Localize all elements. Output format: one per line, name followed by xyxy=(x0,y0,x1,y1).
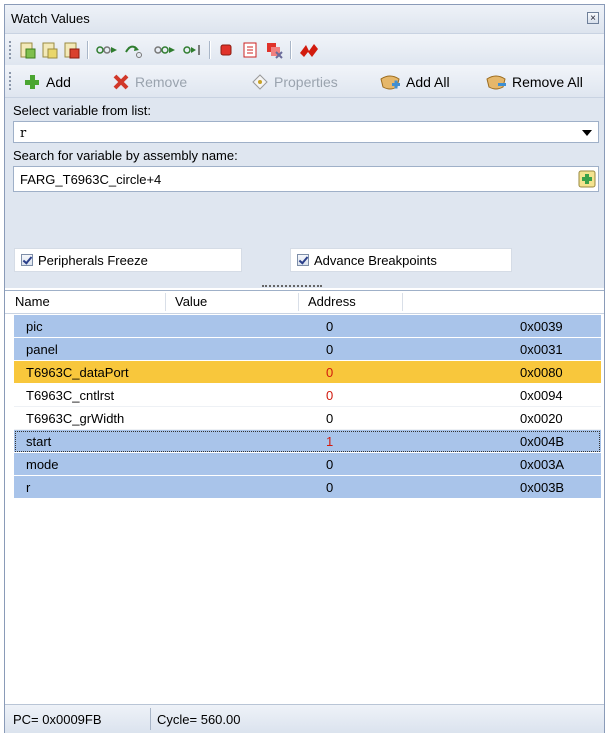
row-value: 0 xyxy=(326,319,334,334)
row-address: 0x0031 xyxy=(520,342,563,357)
add-all-icon xyxy=(380,75,400,90)
toolbar-separator xyxy=(290,41,291,59)
title-bar: Watch Values × xyxy=(5,5,604,34)
table-row[interactable]: T6963C_grWidth 0 0x0020 xyxy=(14,407,601,430)
table-row[interactable]: start 1 0x004B xyxy=(14,430,601,453)
select-variable-label: Select variable from list: xyxy=(13,103,151,118)
remove-button[interactable]: Remove xyxy=(112,72,187,92)
row-value: 0 xyxy=(326,342,334,357)
add-label: Add xyxy=(46,74,71,90)
column-header-address[interactable]: Address xyxy=(308,294,356,309)
advance-breakpoints-label: Advance Breakpoints xyxy=(314,252,437,268)
plus-icon xyxy=(25,75,39,89)
row-address: 0x003A xyxy=(520,457,565,472)
search-input[interactable]: FARG_T6963C_circle+4 xyxy=(13,166,599,192)
properties-label: Properties xyxy=(274,74,338,90)
step-into-icon[interactable] xyxy=(123,41,145,59)
search-input-value: FARG_T6963C_circle+4 xyxy=(20,172,162,187)
watch-add-icon[interactable] xyxy=(19,41,37,59)
run-to-icon[interactable] xyxy=(153,41,177,59)
row-address: 0x0080 xyxy=(520,365,563,380)
jump-icon[interactable] xyxy=(298,41,320,59)
close-icon[interactable]: × xyxy=(587,12,599,24)
remove-label: Remove xyxy=(135,74,188,90)
add-all-button[interactable]: Add All xyxy=(379,72,450,92)
table-row[interactable]: r 0 0x003B xyxy=(14,476,601,499)
checkbox-checked-icon xyxy=(297,254,309,266)
remove-all-button[interactable]: Remove All xyxy=(485,72,583,92)
row-value: 0 xyxy=(326,457,334,472)
program-counter: PC= 0x0009FB xyxy=(13,712,102,727)
table-row[interactable]: pic 0 0x0039 xyxy=(14,315,601,338)
row-value: 1 xyxy=(326,434,334,449)
table-row[interactable]: panel 0 0x0031 xyxy=(14,338,601,361)
add-variable-icon[interactable] xyxy=(578,170,596,188)
row-value: 0 xyxy=(326,365,334,380)
row-value: 0 xyxy=(326,388,334,403)
checkbox-checked-icon xyxy=(21,254,33,266)
properties-button[interactable]: Properties xyxy=(251,72,338,92)
add-button[interactable]: Add xyxy=(23,72,71,92)
table-row[interactable]: T6963C_dataPort 0 0x0080 xyxy=(14,361,601,384)
step-over-icon[interactable] xyxy=(95,41,119,59)
list-icon[interactable] xyxy=(241,41,259,59)
watch-values-panel: Watch Values × Add Remove Properties Add… xyxy=(4,4,605,733)
toolbar-separator xyxy=(209,41,210,59)
variable-select-value: r xyxy=(20,126,27,141)
peripherals-freeze-checkbox[interactable]: Peripherals Freeze xyxy=(14,248,242,272)
toolbar-grip[interactable] xyxy=(9,41,14,59)
table-header: Name Value Address xyxy=(5,291,604,314)
watch-copy-icon[interactable] xyxy=(41,41,59,59)
clear-breakpoints-icon[interactable] xyxy=(265,41,283,59)
row-name: T6963C_cntlrst xyxy=(26,388,115,403)
advance-breakpoints-checkbox[interactable]: Advance Breakpoints xyxy=(290,248,512,272)
toolbar-watch: Add Remove Properties Add All Remove All xyxy=(5,65,604,98)
column-header-value[interactable]: Value xyxy=(175,294,207,309)
toolbar-separator xyxy=(87,41,88,59)
row-address: 0x003B xyxy=(520,480,565,495)
search-variable-label: Search for variable by assembly name: xyxy=(13,148,238,163)
panel-title: Watch Values xyxy=(11,11,90,26)
row-name: mode xyxy=(26,457,59,472)
status-bar: PC= 0x0009FB Cycle= 560.00 xyxy=(5,704,604,733)
row-name: r xyxy=(26,480,31,495)
peripherals-freeze-label: Peripherals Freeze xyxy=(38,252,148,268)
variable-selection-form: Select variable from list: r Search for … xyxy=(5,98,604,288)
column-divider[interactable] xyxy=(298,293,299,311)
table-row[interactable]: T6963C_cntlrst 0 0x0094 xyxy=(14,384,601,407)
row-name: start xyxy=(26,434,52,449)
column-header-name[interactable]: Name xyxy=(15,294,50,309)
remove-all-label: Remove All xyxy=(512,74,583,90)
row-address: 0x0094 xyxy=(520,388,563,403)
row-name: panel xyxy=(26,342,58,357)
row-name: pic xyxy=(26,319,43,334)
step-out-icon[interactable] xyxy=(181,41,203,59)
remove-all-icon xyxy=(486,75,506,90)
watch-delete-icon[interactable] xyxy=(63,41,81,59)
row-address: 0x0020 xyxy=(520,411,563,426)
add-all-label: Add All xyxy=(406,74,450,90)
row-value: 0 xyxy=(326,411,334,426)
variable-select[interactable]: r xyxy=(13,121,599,143)
remove-x-icon xyxy=(113,74,129,90)
chevron-down-icon[interactable] xyxy=(582,130,592,136)
properties-icon xyxy=(252,74,268,90)
column-divider[interactable] xyxy=(402,293,403,311)
watch-table: Name Value Address pic 0 0x0039 panel 0 … xyxy=(5,290,604,681)
row-name: T6963C_grWidth xyxy=(26,411,125,426)
row-address: 0x004B xyxy=(520,434,565,449)
row-name: T6963C_dataPort xyxy=(26,365,129,380)
stop-icon[interactable] xyxy=(217,41,235,59)
status-separator xyxy=(150,708,151,730)
toolbar-grip[interactable] xyxy=(9,72,14,90)
row-address: 0x0039 xyxy=(520,319,563,334)
table-row[interactable]: mode 0 0x003A xyxy=(14,453,601,476)
row-value: 0 xyxy=(326,480,334,495)
column-divider[interactable] xyxy=(165,293,166,311)
cycle-count: Cycle= 560.00 xyxy=(157,712,241,727)
toolbar-debug xyxy=(5,34,604,65)
